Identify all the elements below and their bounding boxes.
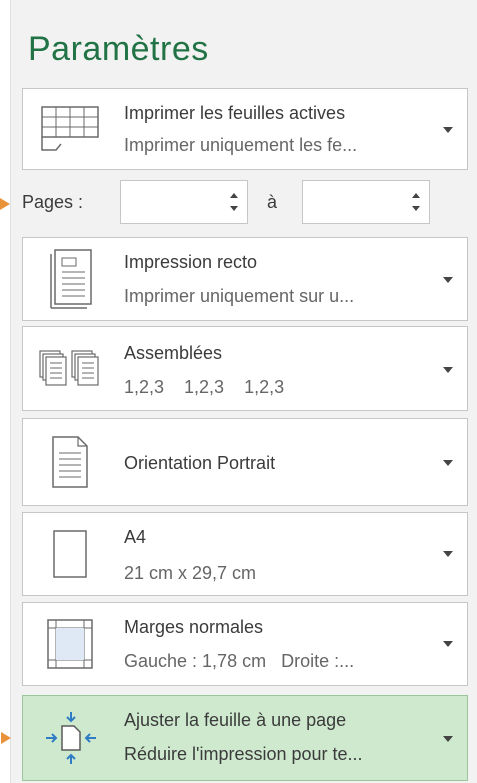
paper-size-dropdown[interactable]: A4 21 cm x 29,7 cm: [22, 512, 468, 596]
orientation-label: Orientation Portrait: [124, 453, 276, 473]
pages-range-row: Pages : à: [0, 178, 477, 228]
chevron-down-icon: [443, 641, 453, 647]
scaling-label: Ajuster la feuille à une page: [124, 710, 347, 730]
print-sides-dropdown[interactable]: Impression recto Imprimer uniquement sur…: [22, 237, 468, 321]
print-what-description: Imprimer uniquement les fe...: [124, 135, 358, 155]
portrait-page-icon: [23, 419, 117, 505]
single-sided-page-icon: [23, 238, 117, 320]
spin-up-icon[interactable]: [230, 193, 238, 198]
sheet-grid-icon: [23, 89, 117, 169]
print-what-dropdown[interactable]: Imprimer les feuilles actives Imprimer u…: [22, 88, 468, 170]
collation-description: 1,2,3 1,2,3 1,2,3: [124, 377, 285, 397]
print-sides-label: Impression recto: [124, 252, 258, 272]
print-sides-description: Imprimer uniquement sur u...: [124, 286, 355, 306]
collation-label: Assemblées: [124, 343, 223, 363]
pages-to-label: à: [267, 192, 278, 212]
fit-to-page-icon: [23, 696, 117, 780]
paper-size-description: 21 cm x 29,7 cm: [124, 563, 257, 583]
callout-marker-icon: [0, 198, 10, 210]
collated-pages-icon: [23, 327, 117, 410]
margins-dropdown[interactable]: Marges normales Gauche : 1,78 cm Droite …: [22, 602, 468, 686]
callout-marker-icon: [1, 732, 11, 744]
chevron-down-icon: [443, 367, 453, 373]
chevron-down-icon: [443, 127, 453, 133]
spin-down-icon[interactable]: [412, 206, 420, 211]
chevron-down-icon: [443, 277, 453, 283]
scaling-dropdown[interactable]: Ajuster la feuille à une page Réduire l'…: [1, 695, 468, 781]
paper-size-icon: [23, 513, 117, 595]
scaling-description: Réduire l'impression pour te...: [124, 744, 363, 764]
spin-up-icon[interactable]: [412, 193, 420, 198]
pages-from-spinner[interactable]: [120, 180, 248, 224]
chevron-down-icon: [443, 460, 453, 466]
paper-size-label: A4: [124, 527, 147, 547]
margins-description: Gauche : 1,78 cm Droite :...: [124, 651, 355, 671]
section-title: Paramètres: [28, 30, 209, 68]
chevron-down-icon: [443, 551, 453, 557]
margins-label: Marges normales: [124, 617, 264, 637]
collation-dropdown[interactable]: Assemblées 1,2,3 1,2,3 1,2,3: [22, 326, 468, 411]
print-what-label: Imprimer les feuilles actives: [124, 103, 346, 123]
chevron-down-icon: [443, 736, 453, 742]
spin-down-icon[interactable]: [230, 206, 238, 211]
pages-label: Pages :: [22, 192, 84, 212]
orientation-dropdown[interactable]: Orientation Portrait: [22, 418, 468, 506]
margins-icon: [23, 603, 117, 685]
pages-to-spinner[interactable]: [302, 180, 430, 224]
